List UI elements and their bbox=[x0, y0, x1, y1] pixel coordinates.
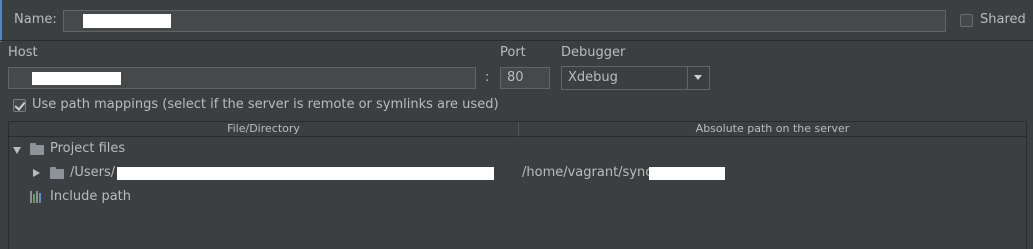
local-path-label: /Users/ bbox=[70, 165, 116, 180]
folder-icon bbox=[50, 167, 64, 179]
local-path-redaction bbox=[117, 167, 494, 180]
name-field[interactable] bbox=[63, 10, 946, 32]
project-files-label: Project files bbox=[50, 141, 126, 156]
tree-row-include-path[interactable]: Include path bbox=[9, 187, 1026, 207]
chevron-down-icon[interactable] bbox=[13, 147, 21, 154]
port-colon: : bbox=[485, 70, 490, 85]
port-label: Port bbox=[500, 45, 526, 60]
column-header-file-directory[interactable]: File/Directory bbox=[9, 122, 519, 137]
port-field[interactable]: 80 bbox=[500, 67, 550, 89]
shared-checkbox[interactable] bbox=[960, 14, 973, 27]
dropdown-arrow-icon[interactable] bbox=[687, 67, 709, 89]
chevron-right-icon[interactable] bbox=[33, 169, 40, 177]
server-path-label: /home/vagrant/sync bbox=[522, 165, 653, 180]
library-icon bbox=[30, 191, 44, 203]
debugger-value: Xdebug bbox=[568, 70, 618, 85]
name-redaction bbox=[83, 14, 171, 28]
include-path-label: Include path bbox=[50, 189, 132, 204]
path-mappings-checkbox[interactable] bbox=[13, 99, 26, 112]
host-label: Host bbox=[8, 45, 38, 60]
column-header-server-path[interactable]: Absolute path on the server bbox=[519, 122, 1026, 137]
tree-row-mapping[interactable]: /Users/ /home/vagrant/sync bbox=[9, 163, 1026, 183]
separator bbox=[0, 40, 1033, 41]
port-value: 80 bbox=[507, 70, 524, 85]
shared-label[interactable]: Shared bbox=[980, 12, 1026, 27]
name-label: Name: bbox=[14, 12, 57, 27]
tree-row-project-files[interactable]: Project files bbox=[9, 139, 1026, 159]
debugger-label: Debugger bbox=[561, 45, 626, 60]
server-path-redaction bbox=[649, 167, 725, 180]
folder-icon bbox=[30, 143, 44, 155]
debugger-select[interactable]: Xdebug bbox=[561, 66, 710, 90]
path-mappings-table: File/Directory Absolute path on the serv… bbox=[8, 121, 1027, 249]
focus-accent bbox=[0, 0, 2, 42]
host-field[interactable] bbox=[8, 67, 476, 89]
host-redaction bbox=[32, 72, 121, 85]
path-mappings-label[interactable]: Use path mappings (select if the server … bbox=[32, 97, 499, 112]
